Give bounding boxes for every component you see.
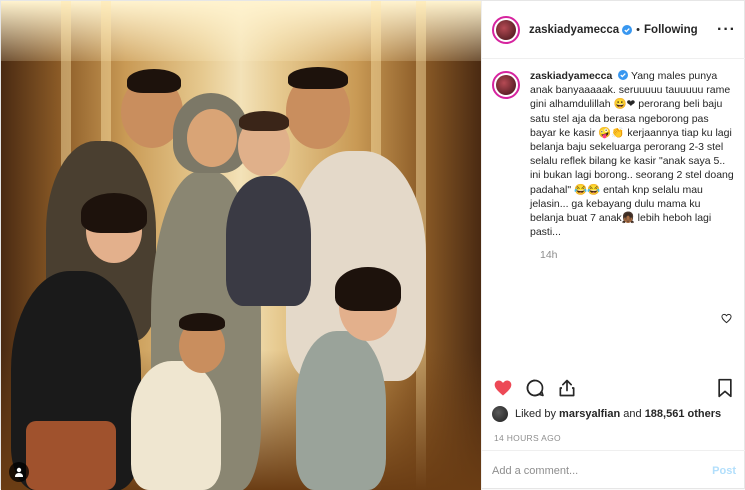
save-button[interactable] [714,377,736,399]
liker-avatar[interactable] [492,406,508,422]
bookmark-icon [718,378,732,398]
share-icon [559,379,575,397]
likes-connector: and [623,408,642,420]
verified-badge-icon [618,70,629,80]
photo-figure-hair [335,267,401,311]
post-comment-button[interactable]: Post [712,465,736,477]
add-comment-input[interactable] [492,464,713,477]
caption-author-avatar[interactable] [492,71,520,99]
user-silhouette-icon [15,467,23,477]
photo-figure-hair [288,67,348,89]
photo-figure-face [187,109,237,167]
likes-prefix: Liked by [515,408,556,420]
caption-body: Yang males punya anak banyaaaaak. seruuu… [530,70,734,239]
liker-username[interactable]: marsyalfian [559,408,620,420]
photo-figure-hair [179,313,225,331]
like-button[interactable] [492,377,514,399]
likes-count[interactable]: 188,561 others [645,408,721,420]
avatar-image [496,19,516,40]
likes-summary: Liked by marsyalfian and 188,561 others [492,406,736,422]
photo-figure-child [226,176,311,306]
photo-figure-hair [81,193,147,233]
instagram-post: zaskiadyamecca • Following ··· zaskiadya… [0,0,745,490]
heart-filled-icon [494,380,512,396]
post-photo[interactable] [1,1,481,490]
photo-figure-child [296,331,386,490]
verified-badge-icon [622,24,633,35]
photo-figure-skirt [26,421,116,490]
author-username[interactable]: zaskiadyamecca [529,24,619,36]
share-button[interactable] [556,377,578,399]
like-comment-heart-icon[interactable] [721,313,732,324]
action-bar [492,373,736,403]
post-header: zaskiadyamecca • Following ··· [482,1,745,59]
avatar-image [496,75,516,95]
comment-icon [526,379,544,397]
post-side-panel: zaskiadyamecca • Following ··· zaskiadya… [481,1,745,490]
comment-button[interactable] [524,377,546,399]
caption-text-block: zaskiadyamecca Yang males punya anak ban… [530,69,735,239]
caption-comment: zaskiadyamecca Yang males punya anak ban… [492,69,736,239]
photo-figure-child [131,361,221,490]
post-time-ago[interactable]: 14 HOURS AGO [494,433,561,443]
follow-status-button[interactable]: Following [644,24,698,36]
caption-username[interactable]: zaskiadyamecca [530,70,612,82]
caption-area: zaskiadyamecca Yang males punya anak ban… [492,69,736,324]
photo-figure-hair [127,69,181,93]
tagged-users-icon[interactable] [9,462,29,482]
author-avatar[interactable] [492,15,520,44]
photo-figure-hair [239,111,289,131]
more-options-icon[interactable]: ··· [717,21,736,39]
comment-bar: Post [482,450,745,490]
separator-dot: • [636,23,641,36]
caption-timestamp: 14h [540,249,558,262]
photo-ceiling-light [1,1,481,61]
